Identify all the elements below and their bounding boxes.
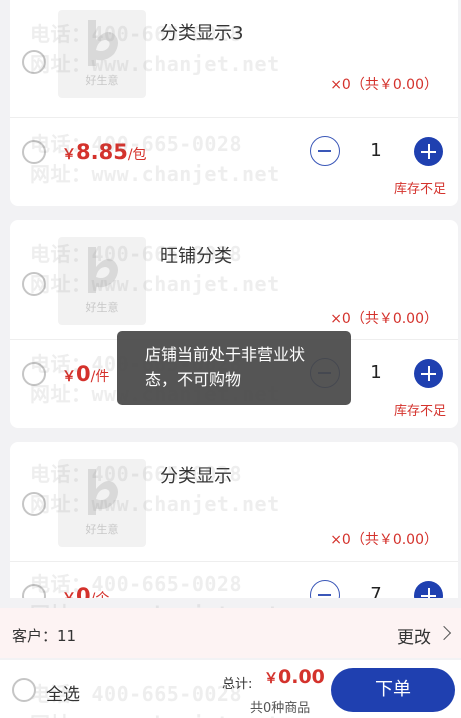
product-thumbnail[interactable]: 好生意 — [58, 10, 146, 98]
haoshengyi-logo-icon — [88, 247, 118, 293]
spec-select-radio[interactable] — [22, 140, 46, 164]
stock-warning: 库存不足 — [393, 182, 446, 197]
quantity-value[interactable]: 1 — [350, 362, 402, 383]
item-count: 共0种商品 — [250, 701, 311, 716]
product-qty-summary: ×0（共￥0.00） — [330, 311, 438, 327]
select-all-label[interactable]: 全选 — [46, 680, 80, 705]
product-price-row: ￥0/个 7 — [10, 562, 458, 598]
product-thumbnail[interactable]: 好生意 — [58, 459, 146, 547]
logo-text: 好生意 — [85, 74, 119, 87]
product-price-row: ￥8.85/包 1 库存不足 — [10, 118, 458, 206]
spec-select-radio[interactable] — [22, 362, 46, 386]
product-name: 分类显示 — [160, 466, 232, 487]
closed-store-toast: 店铺当前处于非营业状态，不可购物 — [117, 331, 351, 405]
product-name: 分类显示3 — [160, 23, 244, 44]
quantity-value[interactable]: 7 — [350, 584, 402, 598]
product-price: ￥0/件 — [62, 362, 110, 386]
checkout-bar: 电话：400-665-0028 网址：www.chanjet.net 全选 总计… — [0, 660, 461, 718]
product-list: 好生意 分类显示3 ×0（共￥0.00） ￥8.85/包 1 库存不足 好生意 — [0, 0, 461, 598]
product-select-radio[interactable] — [22, 492, 46, 516]
quantity-value[interactable]: 1 — [350, 140, 402, 161]
product-price: ￥0/个 — [62, 584, 109, 598]
stock-warning: 库存不足 — [393, 404, 446, 419]
decrease-quantity-button[interactable] — [310, 580, 340, 598]
total-label: 总计: — [222, 677, 253, 692]
product-thumbnail[interactable]: 好生意 — [58, 237, 146, 325]
customer-bar: 客户：11 更改 — [0, 608, 461, 658]
product-card: 好生意 分类显示 ×0（共￥0.00） ￥0/个 7 — [10, 442, 458, 598]
chevron-right-icon[interactable] — [436, 625, 452, 641]
product-select-radio[interactable] — [22, 50, 46, 74]
product-card: 好生意 分类显示3 ×0（共￥0.00） ￥8.85/包 1 库存不足 — [10, 0, 458, 206]
product-qty-summary: ×0（共￥0.00） — [330, 77, 438, 93]
spec-select-radio[interactable] — [22, 584, 46, 598]
change-customer-button[interactable]: 更改 — [397, 623, 431, 648]
place-order-button[interactable]: 下单 — [331, 668, 455, 712]
increase-quantity-button[interactable] — [414, 581, 443, 598]
total-amount: ￥0.00 — [264, 666, 325, 688]
product-price: ￥8.85/包 — [62, 140, 147, 164]
logo-text: 好生意 — [85, 301, 119, 314]
watermark-site: 网址：www.chanjet.net — [30, 708, 280, 718]
logo-text: 好生意 — [85, 523, 119, 536]
increase-quantity-button[interactable] — [414, 359, 443, 388]
product-select-radio[interactable] — [22, 272, 46, 296]
haoshengyi-logo-icon — [88, 469, 118, 515]
haoshengyi-logo-icon — [88, 20, 118, 66]
customer-label: 客户：11 — [12, 627, 77, 645]
select-all-radio[interactable] — [12, 678, 36, 702]
product-name: 旺铺分类 — [160, 246, 232, 267]
product-header: 好生意 旺铺分类 ×0（共￥0.00） — [10, 220, 458, 340]
product-header: 好生意 分类显示3 ×0（共￥0.00） — [10, 0, 458, 118]
product-qty-summary: ×0（共￥0.00） — [330, 532, 438, 548]
product-header: 好生意 分类显示 ×0（共￥0.00） — [10, 442, 458, 562]
increase-quantity-button[interactable] — [414, 137, 443, 166]
decrease-quantity-button[interactable] — [310, 136, 340, 166]
